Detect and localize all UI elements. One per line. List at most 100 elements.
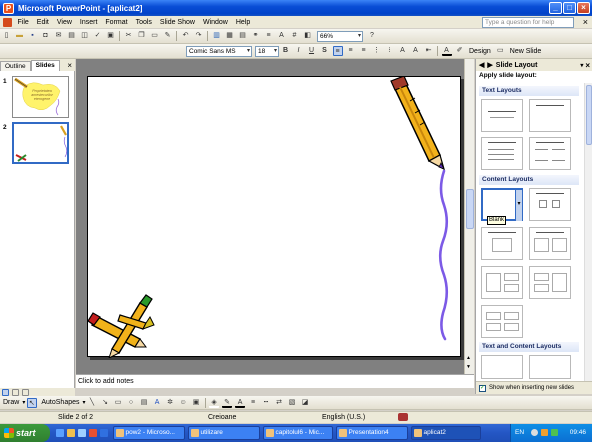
language-indicator[interactable]: EN (515, 424, 524, 442)
align-left-icon[interactable]: ≡ (332, 46, 343, 56)
help-icon[interactable]: ? (367, 31, 377, 41)
taskbar-item-presentation4[interactable]: Presentation4 (335, 426, 408, 440)
paste-icon[interactable]: ▭ (150, 31, 160, 41)
wordart-icon[interactable]: A (152, 398, 162, 408)
layout-title-and-content[interactable] (481, 227, 523, 260)
3d-style-icon[interactable]: ◪ (300, 398, 310, 408)
close-document-icon[interactable]: × (583, 16, 588, 28)
task-pane-menu-icon[interactable]: ▾ (580, 62, 583, 69)
bold-icon[interactable]: B (281, 46, 291, 56)
new-slide-icon[interactable]: ▭ (495, 46, 505, 56)
menu-tools[interactable]: Tools (132, 19, 156, 26)
color-grayscale-icon[interactable]: ◧ (303, 31, 313, 41)
clipart-icon[interactable]: ☺ (178, 398, 188, 408)
show-formatting-icon[interactable]: A (277, 31, 287, 41)
shadow-style-icon[interactable]: ▧ (287, 398, 297, 408)
dash-style-icon[interactable]: ┅ (261, 398, 271, 408)
tab-outline[interactable]: Outline (0, 61, 31, 71)
align-right-icon[interactable]: ≡ (359, 46, 369, 56)
tables-borders-icon[interactable]: ▤ (238, 31, 248, 41)
decrease-indent-icon[interactable]: ⇤ (424, 46, 434, 56)
line-color-icon[interactable]: ✎ (222, 398, 233, 408)
email-icon[interactable]: ✉ (54, 31, 64, 41)
autoshapes-menu[interactable]: AutoShapes (38, 399, 82, 406)
arrow-style-icon[interactable]: ⇄ (274, 398, 284, 408)
menu-view[interactable]: View (53, 19, 76, 26)
notes-pane[interactable]: Click to add notes (76, 374, 474, 388)
quicklaunch-app-icon[interactable] (89, 429, 97, 437)
layout-dropdown-icon[interactable]: ▾ (515, 190, 522, 221)
spelling-status-icon[interactable] (398, 413, 408, 421)
close-task-pane-icon[interactable]: × (585, 61, 590, 70)
slide-canvas[interactable] (87, 75, 461, 359)
vertical-scrollbar[interactable]: ▲ ▼ (464, 59, 474, 374)
fill-color-icon[interactable]: ◈ (209, 398, 220, 408)
save-icon[interactable]: ▪ (28, 31, 38, 41)
layout-title-and-text[interactable] (481, 137, 523, 170)
chevron-down-icon[interactable]: ▾ (83, 399, 86, 406)
format-painter-icon[interactable]: ✎ (163, 31, 173, 41)
print-icon[interactable]: ▤ (67, 31, 77, 41)
spelling-icon[interactable]: ✓ (93, 31, 103, 41)
taskbar-item-capitolul6[interactable]: capitolul6 - Mic... (262, 426, 333, 440)
scrollbar-thumb[interactable] (586, 85, 592, 145)
forward-icon[interactable]: ▶ (487, 61, 492, 69)
layout-title-only[interactable] (529, 99, 571, 132)
slide-sorter-icon[interactable] (11, 388, 19, 396)
cut-icon[interactable]: ✂ (124, 31, 134, 41)
layout-two-column-text[interactable] (529, 137, 571, 170)
zoom-select[interactable]: 66% (317, 30, 363, 42)
new-icon[interactable]: ▯ (2, 31, 12, 41)
oval-icon[interactable]: ○ (126, 398, 136, 408)
slide-thumbnail-1[interactable]: Proprietatea amestecurilor eterogene (12, 76, 69, 118)
line-icon[interactable]: ╲ (87, 398, 97, 408)
menu-window[interactable]: Window (199, 19, 232, 26)
layout-content[interactable] (529, 188, 571, 221)
previous-slide-icon[interactable]: ▲ (466, 355, 471, 361)
layout-title-text-content[interactable] (481, 355, 523, 379)
help-tray-icon[interactable] (531, 429, 538, 436)
font-size-select[interactable]: 18 (255, 45, 279, 57)
squiggle-line[interactable] (438, 169, 449, 341)
open-icon[interactable]: ▬ (15, 31, 25, 41)
next-slide-icon[interactable]: ▼ (466, 364, 471, 370)
layout-title-content-2-content[interactable] (481, 266, 523, 299)
arrow-icon[interactable]: ↘ (100, 398, 110, 408)
network-icon[interactable] (551, 429, 558, 436)
numbering-icon[interactable]: ⋮ (372, 46, 382, 56)
taskbar-item-pow2[interactable]: pow2 - Microso... (112, 426, 185, 440)
taskbar-item-aplicat2[interactable]: aplicat2 (410, 426, 481, 440)
layout-title-slide[interactable] (481, 99, 523, 132)
layout-title-and-4-content[interactable] (481, 305, 523, 338)
document-icon[interactable] (3, 17, 12, 27)
expand-icon[interactable]: ≡ (264, 31, 274, 41)
quicklaunch-folder-icon[interactable] (67, 429, 75, 437)
italic-icon[interactable]: I (294, 46, 304, 56)
back-icon[interactable]: ◀ (479, 61, 484, 69)
design-icon[interactable]: ✐ (455, 46, 465, 56)
close-panel-icon[interactable]: × (67, 61, 72, 71)
tab-slides[interactable]: Slides (30, 60, 60, 71)
redo-icon[interactable]: ↷ (194, 31, 204, 41)
taskbar-item-utilizare[interactable]: utilizare (187, 426, 260, 440)
research-icon[interactable]: ▣ (106, 31, 116, 41)
line-style-icon[interactable]: ≡ (248, 398, 258, 408)
grid-icon[interactable]: # (290, 31, 300, 41)
permission-icon[interactable]: ◘ (41, 31, 51, 41)
print-preview-icon[interactable]: ◫ (80, 31, 90, 41)
textbox-icon[interactable]: ▤ (139, 398, 149, 408)
increase-font-icon[interactable]: A (398, 46, 408, 56)
menu-file[interactable]: File (14, 19, 33, 26)
layout-title-2-content-content[interactable] (529, 266, 571, 299)
draw-menu[interactable]: Draw (0, 399, 22, 406)
show-when-inserting-checkbox[interactable]: ✓ (479, 384, 486, 392)
menu-edit[interactable]: Edit (33, 19, 53, 26)
slide-thumbnail-2[interactable] (12, 122, 69, 164)
slide-show-icon[interactable] (21, 388, 29, 396)
layout-title-and-two-content[interactable] (529, 227, 571, 260)
powerpoint-icon[interactable]: P (3, 2, 14, 14)
start-button[interactable]: start (0, 424, 50, 442)
underline-icon[interactable]: U (307, 46, 317, 56)
quicklaunch-desktop-icon[interactable] (78, 429, 86, 437)
decrease-font-icon[interactable]: A (411, 46, 421, 56)
